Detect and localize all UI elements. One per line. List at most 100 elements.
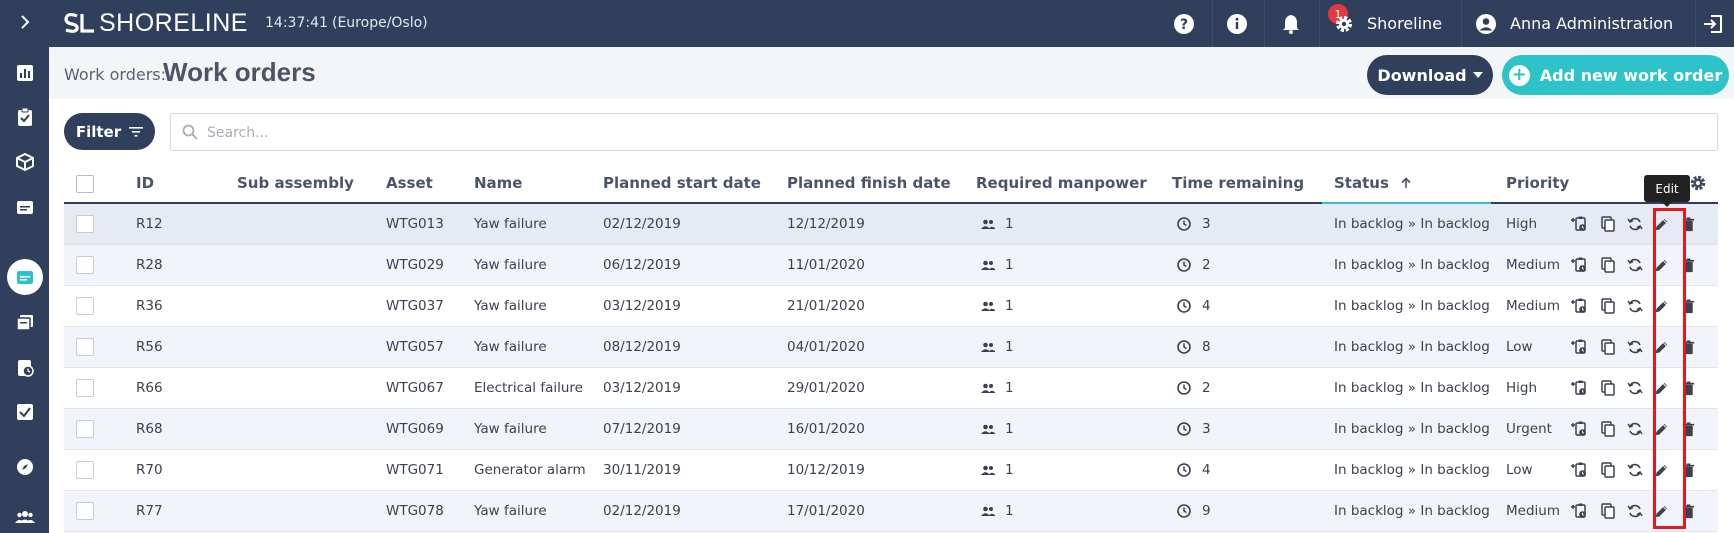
help-button[interactable]: ? [1171,11,1197,37]
schedule-add-icon[interactable] [1570,338,1588,356]
cell-status: In backlog » In backlog [1334,421,1490,437]
repeat-icon[interactable] [1626,461,1644,479]
table-row[interactable]: R77 WTG078 Yaw failure 02/12/2019 17/01/2020… [64,491,1718,532]
cell-time-remaining: 4 [1202,298,1211,314]
column-header-planned-start[interactable]: Planned start date [603,174,761,192]
cell-name: Yaw failure [474,298,547,314]
search-box[interactable] [170,113,1718,151]
copy-icon[interactable] [1599,256,1617,274]
nav-work-packages[interactable] [0,303,49,343]
schedule-add-icon[interactable] [1570,215,1588,233]
column-header-time-remaining[interactable]: Time remaining [1172,174,1304,192]
column-header-manpower[interactable]: Required manpower [976,174,1147,192]
row-checkbox[interactable] [76,256,94,274]
schedule-add-icon[interactable] [1570,256,1588,274]
column-settings-icon[interactable] [1688,173,1708,193]
box-icon [15,152,34,172]
repeat-icon[interactable] [1626,502,1644,520]
logout-icon [1704,15,1722,33]
info-button[interactable] [1224,11,1250,37]
repeat-icon[interactable] [1626,379,1644,397]
notifications-button[interactable] [1278,11,1304,37]
nav-documents[interactable] [0,187,49,227]
people-small-icon [980,380,996,396]
row-checkbox[interactable] [76,502,94,520]
table-row[interactable]: R56 WTG057 Yaw failure 08/12/2019 04/01/2020… [64,327,1718,368]
cell-planned-finish: 11/01/2020 [787,257,865,273]
column-header-name[interactable]: Name [474,174,522,192]
nav-work-orders[interactable] [0,257,49,297]
expand-rail-button[interactable] [0,2,49,42]
nav-checklists[interactable] [0,97,49,137]
download-button[interactable]: Download [1367,55,1493,95]
table-row[interactable]: R12 WTG013 Yaw failure 02/12/2019 12/12/2019… [64,204,1718,245]
copy-icon[interactable] [1599,338,1617,356]
cell-id: R12 [136,216,163,232]
filter-button[interactable]: Filter [64,113,155,150]
table-row[interactable]: R36 WTG037 Yaw failure 03/12/2019 21/01/2020… [64,286,1718,327]
schedule-add-icon[interactable] [1570,297,1588,315]
row-checkbox[interactable] [76,461,94,479]
people-small-icon [980,216,996,232]
table-row[interactable]: R28 WTG029 Yaw failure 06/12/2019 11/01/2020… [64,245,1718,286]
nav-inventory[interactable] [0,142,49,182]
repeat-icon[interactable] [1626,338,1644,356]
column-header-status[interactable]: Status [1334,174,1412,192]
table-row[interactable]: R66 WTG067 Electrical failure 03/12/2019 29/… [64,368,1718,409]
copy-icon[interactable] [1599,297,1617,315]
people-small-icon [980,298,996,314]
clock-icon [1176,380,1192,396]
stack-icon [15,315,33,331]
copy-icon[interactable] [1599,502,1617,520]
site-label[interactable]: Shoreline [1367,14,1442,33]
help-icon: ? [1174,14,1194,34]
table-row[interactable]: R70 WTG071 Generator alarm 30/11/2019 10/12/… [64,450,1718,491]
cell-priority: Medium [1506,503,1560,519]
nav-completed[interactable] [0,392,49,432]
row-checkbox[interactable] [76,420,94,438]
repeat-icon[interactable] [1626,420,1644,438]
nav-explore[interactable] [0,447,49,487]
column-header-asset[interactable]: Asset [386,174,433,192]
clock-icon [1176,421,1192,437]
column-header-planned-finish[interactable]: Planned finish date [787,174,951,192]
repeat-icon[interactable] [1626,297,1644,315]
row-checkbox[interactable] [76,215,94,233]
left-rail [0,0,49,533]
column-header-priority[interactable]: Priority [1506,174,1569,192]
logout-button[interactable] [1700,11,1726,37]
select-all-checkbox[interactable] [76,175,94,193]
cell-asset: WTG037 [386,298,444,314]
row-checkbox[interactable] [76,338,94,356]
cell-asset: WTG078 [386,503,444,519]
schedule-add-icon[interactable] [1570,420,1588,438]
schedule-add-icon[interactable] [1570,502,1588,520]
nav-dashboard[interactable] [0,53,49,93]
table-header: ID Sub assembly Asset Name Planned start… [64,165,1718,204]
add-work-order-button[interactable]: + Add new work order [1502,55,1729,95]
table-row[interactable]: R68 WTG069 Yaw failure 07/12/2019 16/01/2020… [64,409,1718,450]
column-header-sub-assembly[interactable]: Sub assembly [237,174,354,192]
repeat-icon[interactable] [1626,215,1644,233]
copy-icon[interactable] [1599,215,1617,233]
copy-icon[interactable] [1599,420,1617,438]
cell-asset: WTG057 [386,339,444,355]
schedule-add-icon[interactable] [1570,461,1588,479]
user-menu-button[interactable] [1473,11,1499,37]
search-input[interactable] [207,120,1697,145]
copy-icon[interactable] [1599,379,1617,397]
clock: 14:37:41 [265,15,328,31]
copy-icon[interactable] [1599,461,1617,479]
row-checkbox[interactable] [76,379,94,397]
cell-priority: Urgent [1506,421,1552,437]
app-logo[interactable]: SHORELINE [63,9,248,37]
column-header-id[interactable]: ID [136,174,154,192]
repeat-icon[interactable] [1626,256,1644,274]
user-label[interactable]: Anna Administration [1510,14,1673,33]
row-checkbox[interactable] [76,297,94,315]
site-settings-button[interactable] [1331,11,1357,37]
nav-schedule[interactable] [0,347,49,387]
schedule-add-icon[interactable] [1570,379,1588,397]
nav-users[interactable] [0,497,49,533]
timezone: (Europe/Oslo) [332,15,428,31]
